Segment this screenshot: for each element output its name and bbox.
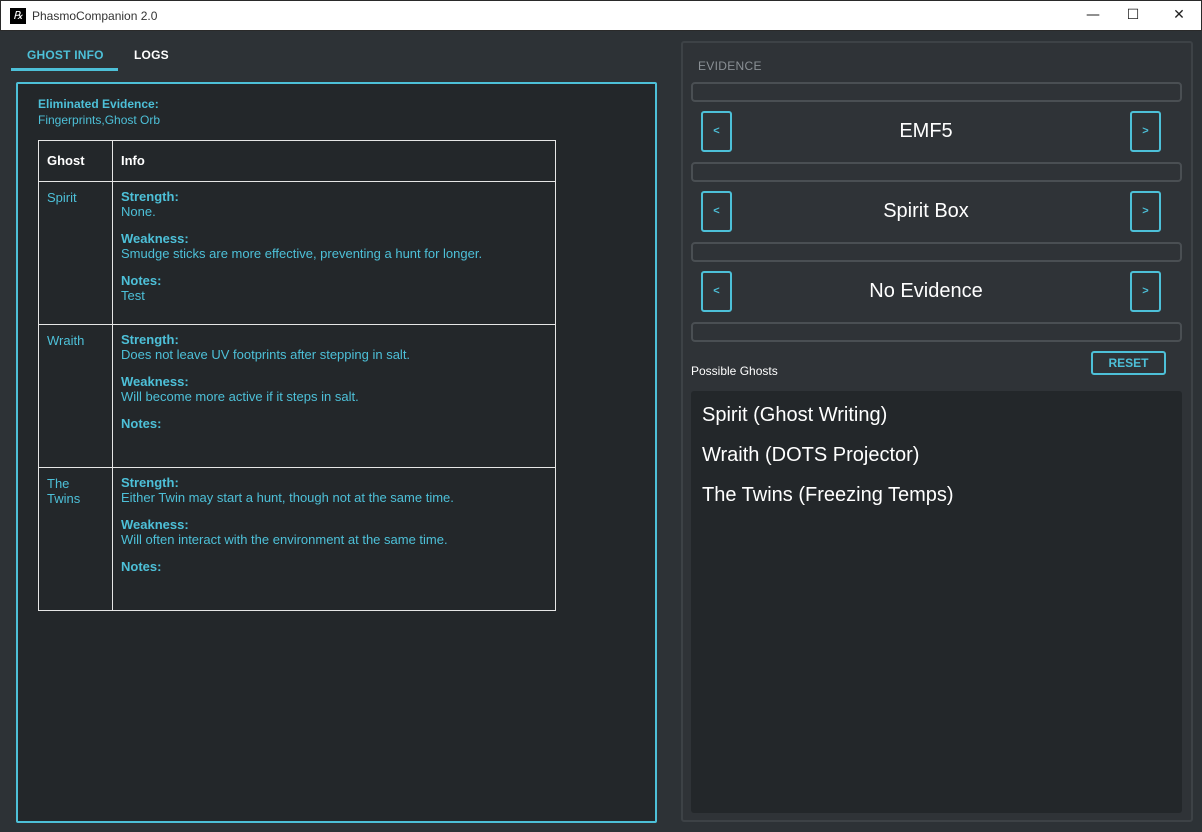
strength-text: Either Twin may start a hunt, though not… [121, 490, 454, 505]
ghost-name-cell: Spirit [38, 181, 113, 325]
column-header-ghost: Ghost [38, 140, 113, 182]
table-header-row: Ghost Info [38, 140, 556, 182]
notes-text [121, 574, 547, 589]
strength-label: Strength: [121, 332, 179, 347]
evidence-selector-1: < EMF5 > [691, 102, 1182, 162]
strength-label: Strength: [121, 189, 179, 204]
evidence-selector-2: < Spirit Box > [691, 182, 1182, 242]
evidence-prev-button[interactable]: < [701, 271, 732, 312]
ghost-info-cell: Strength: Does not leave UV footprints a… [112, 324, 556, 468]
app-logo-icon: ℞ [10, 8, 26, 24]
evidence-selector-3: < No Evidence > [691, 262, 1182, 322]
table-row: Wraith Strength: Does not leave UV footp… [38, 324, 556, 468]
reset-button[interactable]: RESET [1091, 351, 1166, 375]
list-item[interactable]: Wraith (DOTS Projector) [702, 444, 919, 467]
evidence-slot-bar [691, 82, 1182, 102]
list-item[interactable]: Spirit (Ghost Writing) [702, 404, 887, 427]
evidence-value: Spirit Box [883, 200, 969, 222]
evidence-slot-bar [691, 162, 1182, 182]
eliminated-evidence-label: Eliminated Evidence: [38, 97, 159, 111]
evidence-prev-button[interactable]: < [701, 111, 732, 152]
strength-label: Strength: [121, 475, 179, 490]
active-tab-indicator [11, 68, 118, 71]
weakness-text: Will often interact with the environment… [121, 532, 448, 547]
ghost-info-cell: Strength: Either Twin may start a hunt, … [112, 467, 556, 611]
notes-label: Notes: [121, 416, 162, 431]
window-title: PhasmoCompanion 2.0 [32, 9, 158, 23]
ghost-info-panel: Eliminated Evidence: Fingerprints,Ghost … [16, 82, 657, 823]
table-row: The Twins Strength: Either Twin may star… [38, 467, 556, 611]
strength-text: None. [121, 204, 156, 219]
evidence-slot-bar [691, 322, 1182, 342]
evidence-panel: EVIDENCE < EMF5 > < Spirit Box > < No Ev… [681, 41, 1193, 822]
weakness-label: Weakness: [121, 374, 189, 389]
notes-text [121, 431, 547, 446]
weakness-text: Smudge sticks are more effective, preven… [121, 246, 483, 261]
weakness-label: Weakness: [121, 517, 189, 532]
tab-logs[interactable]: LOGS [134, 48, 169, 62]
ghost-info-cell: Strength: None. Weakness: Smudge sticks … [112, 181, 556, 325]
ghost-name-cell: The Twins [38, 467, 113, 611]
evidence-prev-button[interactable]: < [701, 191, 732, 232]
title-bar: ℞ PhasmoCompanion 2.0 — ☐ ✕ [0, 0, 1202, 31]
ghost-info-table: Ghost Info Spirit Strength: None. Weakne… [38, 140, 556, 611]
possible-ghosts-label: Possible Ghosts [691, 364, 778, 378]
tab-ghost-info[interactable]: GHOST INFO [27, 48, 104, 62]
evidence-value: EMF5 [899, 120, 953, 142]
table-row: Spirit Strength: None. Weakness: Smudge … [38, 181, 556, 325]
evidence-slot-bar [691, 242, 1182, 262]
eliminated-evidence-value: Fingerprints,Ghost Orb [38, 113, 161, 127]
notes-text: Test [121, 288, 145, 303]
strength-text: Does not leave UV footprints after stepp… [121, 347, 411, 362]
weakness-text: Will become more active if it steps in s… [121, 389, 359, 404]
evidence-next-button[interactable]: > [1130, 191, 1161, 232]
column-header-info: Info [112, 140, 556, 182]
maximize-button[interactable]: ☐ [1110, 1, 1156, 31]
close-button[interactable]: ✕ [1156, 1, 1202, 31]
possible-ghosts-list: Spirit (Ghost Writing) Wraith (DOTS Proj… [691, 391, 1182, 813]
evidence-next-button[interactable]: > [1130, 111, 1161, 152]
notes-label: Notes: [121, 273, 162, 288]
notes-label: Notes: [121, 559, 162, 574]
evidence-title: EVIDENCE [698, 59, 762, 73]
list-item[interactable]: The Twins (Freezing Temps) [702, 484, 954, 507]
evidence-value: No Evidence [869, 280, 983, 302]
weakness-label: Weakness: [121, 231, 189, 246]
ghost-name-cell: Wraith [38, 324, 113, 468]
evidence-next-button[interactable]: > [1130, 271, 1161, 312]
